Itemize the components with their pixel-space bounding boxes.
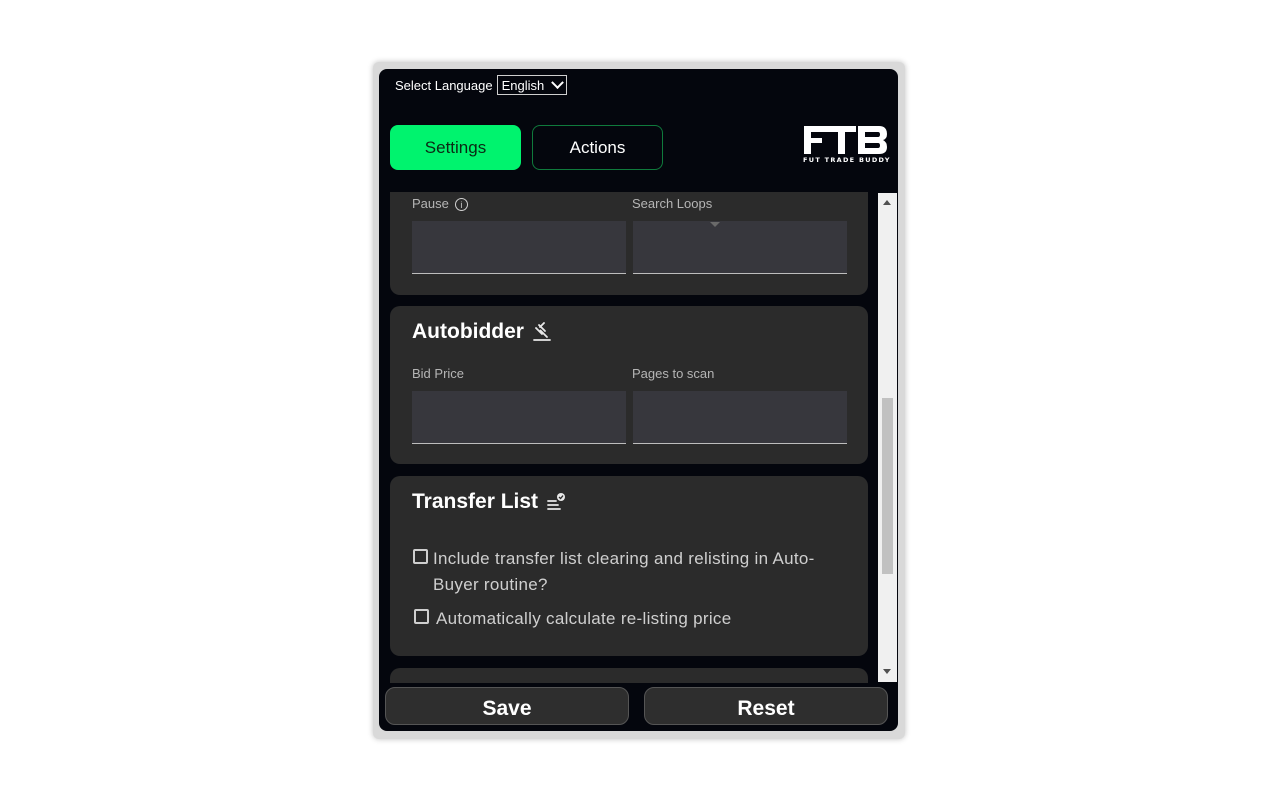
ftb-logo: FUT TRADE BUDDY: [803, 124, 889, 166]
transfer-list-title-row: Transfer List: [412, 490, 566, 514]
list-check-icon: [547, 493, 566, 510]
save-button-label: Save: [482, 697, 532, 720]
extension-popup: Select Language English Settings Actions…: [379, 69, 898, 731]
scroll-up-arrow-icon[interactable]: [883, 200, 891, 205]
autobidder-title-row: Autobidder: [412, 320, 552, 344]
search-settings-card: Pause i Search Loops: [390, 192, 868, 295]
save-button[interactable]: Save: [385, 687, 629, 725]
pause-label-wrap: Pause i: [412, 196, 468, 212]
tab-settings-label: Settings: [424, 137, 487, 157]
reset-button-label: Reset: [737, 697, 795, 720]
language-select[interactable]: English: [496, 75, 567, 95]
language-row: Select Language English: [395, 75, 567, 95]
pause-input[interactable]: [412, 221, 626, 274]
reset-button[interactable]: Reset: [644, 687, 888, 725]
tab-actions[interactable]: Actions: [532, 125, 663, 170]
transfer-list-card: Transfer List Include transfer list clea…: [390, 476, 868, 656]
autobidder-title: Autobidder: [412, 320, 524, 343]
transfer-list-title: Transfer List: [412, 490, 539, 513]
vertical-scrollbar[interactable]: [878, 193, 897, 682]
pages-to-scan-input[interactable]: [633, 391, 847, 444]
bid-price-input[interactable]: [412, 391, 626, 444]
gavel-icon: [533, 322, 551, 341]
auto-calc-price-label: Automatically calculate re-listing price: [436, 609, 732, 628]
include-relisting-label: Include transfer list clearing and relis…: [433, 549, 815, 594]
logo-tagline: FUT TRADE BUDDY: [803, 156, 891, 164]
auto-calc-price-checkbox[interactable]: [414, 609, 429, 624]
language-selected-value: English: [501, 77, 545, 93]
search-loops-input[interactable]: [633, 221, 847, 274]
bid-price-label: Bid Price: [412, 366, 465, 381]
chevron-down-icon: [550, 75, 564, 89]
include-relisting-checkbox[interactable]: [413, 549, 428, 564]
next-section-card: [390, 668, 868, 683]
autobidder-card: Autobidder Bid Price Pages to scan: [390, 306, 868, 464]
settings-scroll-area[interactable]: Pause i Search Loops Autobidder Bid Pric…: [379, 192, 898, 683]
tab-actions-label: Actions: [569, 137, 626, 157]
scroll-thumb[interactable]: [882, 398, 893, 574]
pause-label: Pause: [412, 196, 449, 211]
scroll-down-arrow-icon[interactable]: [883, 669, 891, 674]
tab-settings[interactable]: Settings: [390, 125, 521, 170]
language-label: Select Language: [395, 77, 493, 93]
search-loops-label: Search Loops: [632, 196, 713, 211]
pages-to-scan-label: Pages to scan: [632, 366, 715, 381]
info-icon[interactable]: i: [454, 198, 468, 212]
tooltip-caret-icon: [710, 222, 720, 227]
